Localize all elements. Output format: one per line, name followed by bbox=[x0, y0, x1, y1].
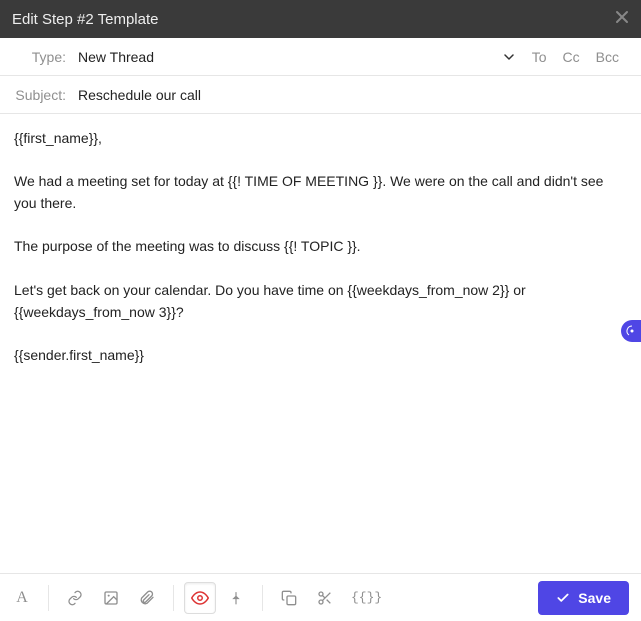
font-icon: A bbox=[16, 589, 28, 607]
subject-row: Subject: Reschedule our call bbox=[0, 76, 641, 114]
type-label: Type: bbox=[14, 49, 78, 65]
body-editor[interactable]: {{first_name}}, We had a meeting set for… bbox=[0, 114, 641, 573]
check-icon bbox=[556, 591, 570, 605]
toolbar-separator bbox=[48, 585, 49, 611]
dialog-title: Edit Step #2 Template bbox=[12, 11, 158, 28]
toolbar-separator bbox=[262, 585, 263, 611]
eye-icon bbox=[191, 589, 209, 607]
image-icon bbox=[103, 590, 119, 606]
font-style-button[interactable]: A bbox=[6, 582, 38, 614]
copy-button[interactable] bbox=[273, 582, 305, 614]
cc-button[interactable]: Cc bbox=[555, 49, 588, 65]
braces-icon: {{}} bbox=[351, 590, 382, 605]
to-button[interactable]: To bbox=[524, 49, 555, 65]
type-row: Type: New Thread To Cc Bcc bbox=[0, 38, 641, 76]
link-icon bbox=[67, 590, 83, 606]
editor-toolbar: A {{}} Save bbox=[0, 573, 641, 621]
save-button-label: Save bbox=[578, 590, 611, 606]
attachment-button[interactable] bbox=[131, 582, 163, 614]
type-dropdown[interactable]: New Thread bbox=[78, 49, 494, 65]
insert-token-button[interactable]: {{}} bbox=[345, 582, 388, 614]
help-icon bbox=[626, 325, 638, 337]
pin-button[interactable] bbox=[220, 582, 252, 614]
save-button[interactable]: Save bbox=[538, 581, 629, 615]
titlebar: Edit Step #2 Template bbox=[0, 0, 641, 38]
copy-icon bbox=[281, 590, 297, 606]
image-button[interactable] bbox=[95, 582, 127, 614]
subject-label: Subject: bbox=[14, 87, 78, 103]
pin-icon bbox=[229, 591, 243, 605]
help-badge[interactable] bbox=[621, 320, 641, 342]
toolbar-separator bbox=[173, 585, 174, 611]
close-icon[interactable] bbox=[615, 10, 629, 28]
paperclip-icon bbox=[139, 590, 155, 606]
scissors-icon bbox=[317, 590, 333, 606]
dialog-edit-template: Edit Step #2 Template Type: New Thread T… bbox=[0, 0, 641, 621]
chevron-down-icon[interactable] bbox=[494, 49, 524, 65]
link-button[interactable] bbox=[59, 582, 91, 614]
preview-button[interactable] bbox=[184, 582, 216, 614]
cut-button[interactable] bbox=[309, 582, 341, 614]
bcc-button[interactable]: Bcc bbox=[588, 49, 627, 65]
subject-input[interactable]: Reschedule our call bbox=[78, 87, 627, 103]
